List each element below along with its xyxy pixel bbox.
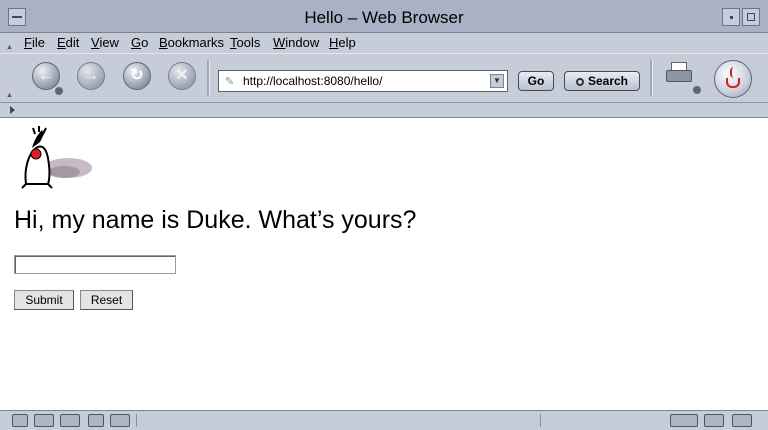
window-title: Hello – Web Browser (304, 8, 464, 27)
go-button[interactable]: Go (518, 71, 554, 91)
search-button[interactable]: Search (564, 71, 640, 91)
browser-window-icon[interactable] (12, 414, 28, 427)
maximize-button[interactable] (742, 8, 760, 26)
menu-bookmarks[interactable]: Bookmarks (159, 35, 224, 50)
page-heading: Hi, my name is Duke. What’s yours? (14, 206, 417, 234)
reset-button[interactable]: Reset (80, 290, 133, 310)
stop-icon: ✕ (175, 67, 189, 84)
menu-go[interactable]: Go (131, 35, 148, 50)
toolbar-grip-icon[interactable]: ▲ (6, 92, 13, 99)
online-status-icon[interactable] (670, 414, 698, 427)
page-proxy-icon[interactable]: ✎ (225, 75, 234, 88)
printer-icon (666, 70, 692, 82)
expand-toolbar-icon[interactable] (10, 106, 15, 114)
print-dropdown[interactable] (693, 86, 701, 94)
menu-tools[interactable]: Tools (230, 35, 260, 50)
back-history-dropdown[interactable] (55, 87, 63, 95)
chat-icon[interactable] (110, 414, 130, 427)
back-button[interactable]: ← (32, 62, 60, 90)
search-button-label: Search (587, 74, 629, 88)
menu-window[interactable]: Window (273, 35, 319, 50)
submit-button[interactable]: Submit (14, 290, 74, 310)
toolbar-separator (207, 60, 210, 96)
menu-bar: ▲ File Edit View Go Bookmarks Tools Wind… (0, 33, 768, 53)
maximize-icon (747, 13, 755, 21)
menu-grip-icon[interactable]: ▲ (6, 44, 13, 51)
throbber-java-logo[interactable] (714, 60, 752, 98)
menu-help[interactable]: Help (329, 35, 356, 50)
back-arrow-icon: ← (38, 67, 54, 84)
page-content: Hi, my name is Duke. What’s yours? Submi… (0, 118, 768, 410)
reload-icon: ↻ (130, 67, 144, 84)
java-cup-icon (726, 78, 740, 88)
address-book-icon[interactable] (88, 414, 104, 427)
menu-file[interactable]: File (24, 35, 45, 50)
reload-button[interactable]: ↻ (123, 62, 151, 90)
search-icon (575, 78, 584, 86)
navigation-toolbar: ▲ ← → ↻ ✕ ✎ http://localhost:8080/hello/… (0, 53, 768, 103)
lock-icon[interactable] (732, 414, 752, 427)
name-input[interactable] (14, 255, 176, 274)
toolbar-separator (650, 60, 653, 96)
java-steam-icon (730, 67, 738, 78)
status-text (136, 414, 541, 427)
title-bar: Hello – Web Browser (0, 0, 768, 33)
url-text[interactable]: http://localhost:8080/hello/ (243, 74, 382, 88)
forward-arrow-icon: → (83, 67, 99, 84)
stop-button[interactable]: ✕ (168, 62, 196, 90)
collapsed-toolbar-strip[interactable] (0, 103, 768, 118)
status-bar (0, 410, 768, 430)
url-history-dropdown[interactable]: ▼ (490, 74, 504, 88)
minimize-button[interactable] (722, 8, 740, 26)
menu-view[interactable]: View (91, 35, 119, 50)
menu-edit[interactable]: Edit (57, 35, 79, 50)
chevron-down-icon: ▼ (493, 76, 501, 85)
url-bar[interactable]: ✎ http://localhost:8080/hello/ ▼ (218, 70, 508, 92)
minimize-icon (730, 16, 733, 19)
composer-icon[interactable] (60, 414, 80, 427)
print-button[interactable] (666, 62, 692, 84)
security-icon[interactable] (704, 414, 724, 427)
duke-mascot-image (21, 126, 92, 189)
forward-button[interactable]: → (77, 62, 105, 90)
mail-icon[interactable] (34, 414, 54, 427)
